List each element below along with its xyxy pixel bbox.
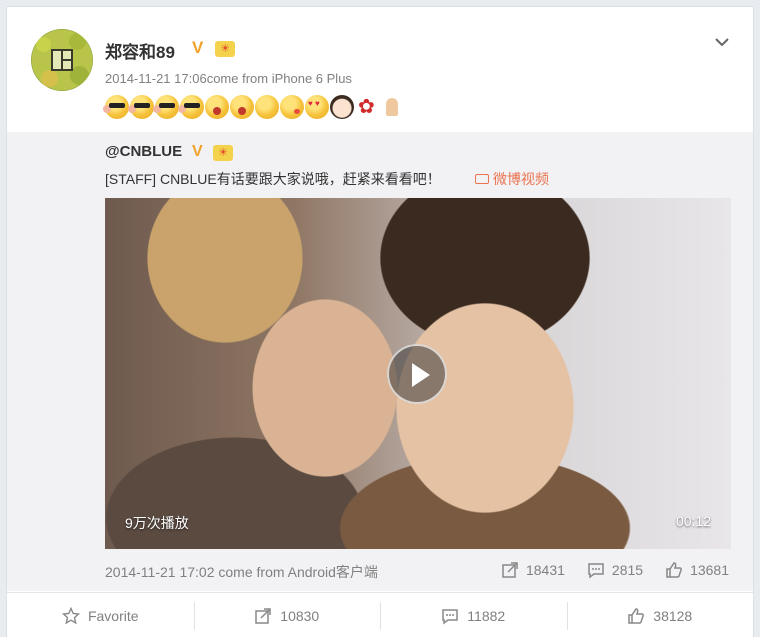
- action-bar: Favorite 10830 11882 38128: [7, 592, 753, 637]
- kiss-emoji-icon: [280, 95, 304, 119]
- repost-meta: 2014-11-21 17:02 come from Android客户端: [105, 562, 378, 582]
- repost-text: [STAFF] CNBLUE有话要跟大家说哦，赶紧来看看吧！: [105, 171, 441, 187]
- rank-badge-icon: ☀: [213, 145, 233, 161]
- repost-block: @CNBLUE V ☀ [STAFF] CNBLUE有话要跟大家说哦，赶紧来看看…: [7, 132, 753, 591]
- heart-eyes-emoji-icon: [305, 95, 329, 119]
- crying-emoji-icon: [230, 95, 254, 119]
- verified-v-icon: V: [192, 38, 204, 57]
- like-count: 38128: [653, 607, 693, 624]
- share-icon: [502, 562, 518, 578]
- repost-username: @CNBLUE: [105, 143, 182, 160]
- rose-emoji-icon: [355, 94, 379, 119]
- repost-source: come from Android客户端: [218, 564, 378, 580]
- video-view-count: 9万次播放: [125, 515, 189, 531]
- chevron-down-icon[interactable]: [713, 33, 731, 51]
- play-button[interactable]: [387, 344, 447, 404]
- comment-icon: [588, 563, 604, 579]
- repost-share-count: 18431: [525, 562, 565, 578]
- post-username[interactable]: 郑容和89: [105, 38, 175, 63]
- sunglasses-emoji-icon: [153, 95, 179, 119]
- sunglasses-emoji-icon: [178, 95, 204, 119]
- repost-like-count: 13681: [690, 562, 729, 578]
- comment-icon: [442, 608, 459, 624]
- video-duration: 00:12: [675, 513, 711, 529]
- verified-v-icon: V: [192, 143, 203, 160]
- weibo-video-link-label: 微博视频: [493, 171, 549, 187]
- repost-like-button[interactable]: 13681: [665, 561, 729, 579]
- sunglasses-emoji-icon: [103, 95, 129, 119]
- emoji-row: [103, 94, 404, 121]
- like-button[interactable]: 38128: [566, 593, 754, 637]
- pray-emoji-icon: [380, 95, 404, 119]
- avatar-logo-icon: [51, 49, 73, 71]
- boy-face-emoji-icon: [330, 95, 354, 119]
- thumbs-up-icon: [628, 607, 645, 624]
- thumbs-up-icon: [666, 562, 683, 578]
- video-player[interactable]: 9万次播放 00:12: [105, 198, 731, 549]
- comment-count: 11882: [467, 607, 506, 624]
- video-camera-icon: [475, 174, 489, 184]
- repost-comment-count: 2815: [611, 562, 644, 578]
- repost-count: 10830: [280, 607, 320, 624]
- repost-comment-button[interactable]: 2815: [587, 561, 643, 579]
- crying-emoji-icon: [205, 95, 229, 119]
- star-icon: [61, 606, 80, 624]
- favorite-label: Favorite: [87, 607, 139, 624]
- post-timestamp[interactable]: 2014-11-21 17:06: [105, 71, 207, 86]
- weibo-video-link[interactable]: 微博视频: [475, 169, 549, 189]
- user-avatar[interactable]: [31, 29, 93, 91]
- repost-username-link[interactable]: @CNBLUE: [105, 143, 182, 160]
- grimace-emoji-icon: [255, 95, 279, 119]
- repost-timestamp[interactable]: 2014-11-21 17:02: [105, 564, 215, 580]
- weibo-post-card: 郑容和89 V ☀ 2014-11-21 17:06come from iPho…: [6, 6, 754, 637]
- repost-actions: 18431 2815 13681: [501, 561, 729, 579]
- favorite-button[interactable]: Favorite: [7, 593, 194, 637]
- rank-badge-icon: ☀: [215, 41, 235, 57]
- share-icon: [255, 607, 272, 624]
- post-meta: 2014-11-21 17:06come from iPhone 6 Plus: [105, 71, 352, 86]
- sunglasses-emoji-icon: [128, 95, 154, 119]
- comment-button[interactable]: 11882: [380, 593, 567, 637]
- repost-button[interactable]: 10830: [193, 593, 381, 637]
- post-source: come from iPhone 6 Plus: [206, 71, 352, 86]
- repost-share-button[interactable]: 18431: [501, 561, 565, 579]
